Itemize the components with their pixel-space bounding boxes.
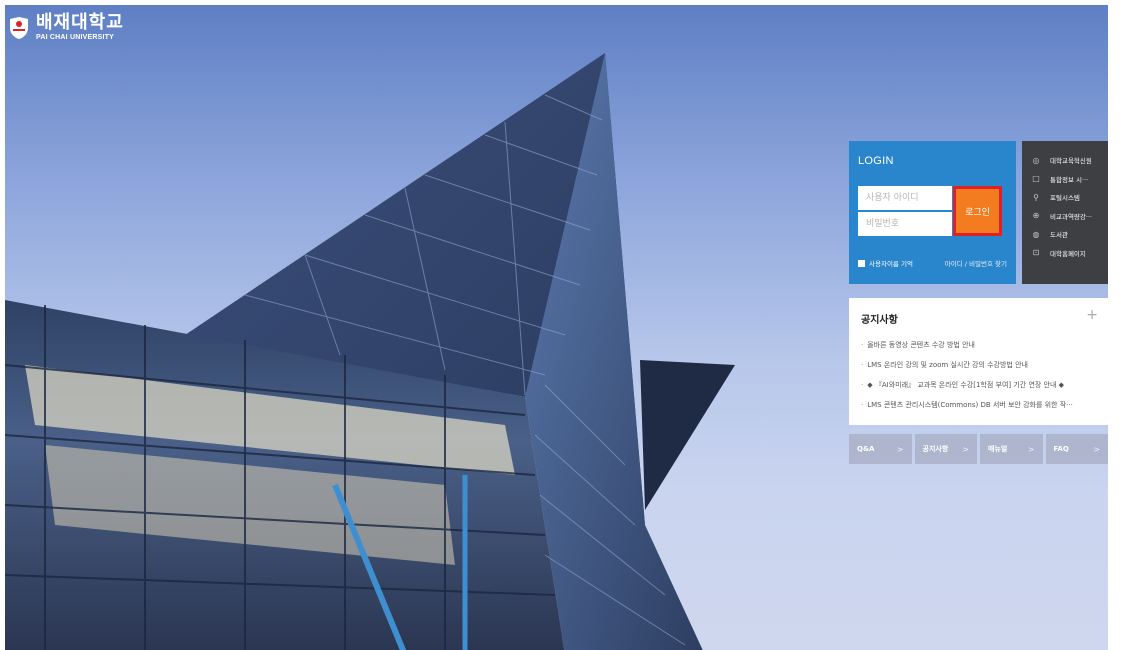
quick-links-panel: ◎ 대학교육혁신원 □ 통합정보 시··· ⚲ 포털시스템 ⊕ 비교과역량강··… xyxy=(1022,141,1108,284)
login-button[interactable]: 로그인 xyxy=(953,186,1002,236)
quick-link-portal[interactable]: ⚲ 포털시스템 xyxy=(1022,188,1108,207)
quick-link-library[interactable]: ◍ 도서관 xyxy=(1022,225,1108,244)
chevron-right-icon: > xyxy=(1093,444,1100,454)
chevron-right-icon: > xyxy=(1027,444,1035,454)
quick-link-label: 대학교육혁신원 xyxy=(1050,157,1092,166)
link-icon: ⚲ xyxy=(1033,192,1039,202)
checkbox-icon[interactable] xyxy=(858,259,865,267)
notice-item[interactable]: ◆ 『AI와미래』 교과목 온라인 수강[1학점 부여] 기간 연장 안내 ◆ xyxy=(861,375,1097,395)
home-icon: ⊡ xyxy=(1032,248,1040,258)
quick-link-innovation[interactable]: ◎ 대학교육혁신원 xyxy=(1022,151,1108,170)
square-icon: □ xyxy=(1032,174,1040,184)
find-id-password-link[interactable]: 아이디 / 비밀번호 찾기 xyxy=(945,258,1007,268)
tab-label: Q&A xyxy=(857,445,875,453)
notice-item[interactable]: LMS 온라인 강의 및 zoom 실시간 강의 수강방법 안내 xyxy=(861,355,1097,375)
quick-link-extracurricular[interactable]: ⊕ 비교과역량강··· xyxy=(1022,207,1108,226)
remember-checkbox[interactable]: 사용자이름 기억 xyxy=(858,258,913,268)
quick-link-label: 통합정보 시··· xyxy=(1050,175,1089,184)
notice-more-button[interactable]: + xyxy=(1086,307,1098,323)
chevron-right-icon: > xyxy=(962,444,969,454)
login-panel: LOGIN 사용자 아이디 비밀번호 로그인 사용자이름 기억 아이디 / 비밀… xyxy=(849,141,1016,284)
target-icon: ⊕ xyxy=(1032,211,1040,221)
quick-link-label: 도서관 xyxy=(1050,231,1068,240)
notice-item[interactable]: LMS 콘텐츠 관리시스템(Commons) DB 서버 보안 강화를 위한 작… xyxy=(861,395,1097,415)
university-logo[interactable]: 배재대학교 PAI CHAI UNIVERSITY xyxy=(8,14,124,41)
remember-label: 사용자이름 기억 xyxy=(869,260,913,268)
quick-link-info-system[interactable]: □ 통합정보 시··· xyxy=(1022,170,1108,189)
tab-manual[interactable]: 매뉴얼 > xyxy=(980,434,1043,464)
quick-link-label: 포털시스템 xyxy=(1050,194,1080,203)
notice-panel: 공지사항 + 올바른 동영상 콘텐츠 수강 방법 안내 LMS 온라인 강의 및… xyxy=(849,298,1108,425)
tab-label: 매뉴얼 xyxy=(988,445,1008,453)
login-title: LOGIN xyxy=(858,155,894,167)
quick-link-label: 비교과역량강··· xyxy=(1050,212,1093,221)
quick-link-homepage[interactable]: ⊡ 대학홈페이지 xyxy=(1022,244,1108,263)
tab-label: FAQ xyxy=(1053,445,1069,453)
brand-name-en: PAI CHAI UNIVERSITY xyxy=(36,34,114,41)
tab-qna[interactable]: Q&A > xyxy=(849,434,912,464)
chevron-right-icon: > xyxy=(896,444,904,454)
notice-title: 공지사항 xyxy=(861,315,898,326)
password-input[interactable]: 비밀번호 xyxy=(858,212,952,236)
quick-link-label: 대학홈페이지 xyxy=(1050,249,1086,258)
tab-faq[interactable]: FAQ > xyxy=(1045,434,1108,464)
notice-item[interactable]: 올바른 동영상 콘텐츠 수강 방법 안내 xyxy=(861,335,1097,355)
emblem-icon xyxy=(10,16,28,39)
brand-name-kr: 배재대학교 xyxy=(36,12,124,33)
globe-icon: ◍ xyxy=(1032,229,1040,239)
network-icon: ◎ xyxy=(1032,155,1040,165)
tab-notice[interactable]: 공지사항 > xyxy=(914,434,977,464)
bottom-tabs: Q&A > 공지사항 > 매뉴얼 > FAQ > xyxy=(849,434,1108,464)
notice-list: 올바른 동영상 콘텐츠 수강 방법 안내 LMS 온라인 강의 및 zoom 실… xyxy=(861,335,1097,415)
user-id-input[interactable]: 사용자 아이디 xyxy=(858,186,952,210)
tab-label: 공지사항 xyxy=(922,445,949,453)
